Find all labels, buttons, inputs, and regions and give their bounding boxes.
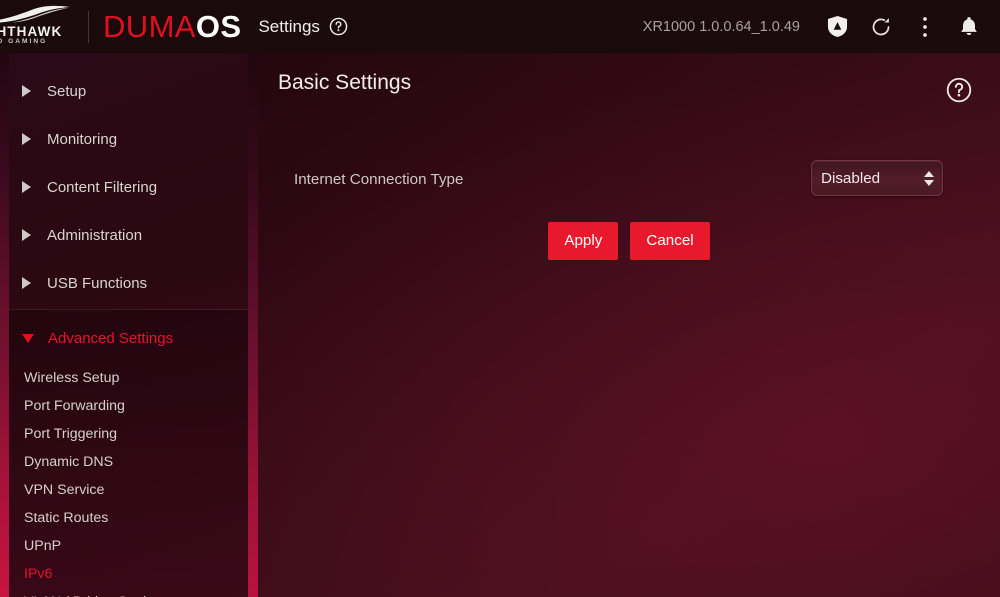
firmware-version-label: XR1000 1.0.0.64_1.0.49 bbox=[642, 18, 800, 35]
sidebar-subitem-label: Port Triggering bbox=[24, 426, 118, 442]
navigation-sidebar: Setup Monitoring Content Filtering Admin… bbox=[0, 53, 248, 597]
sidebar-subitem-vpn-service[interactable]: VPN Service bbox=[0, 476, 248, 504]
reload-glyph bbox=[872, 17, 890, 35]
content-help-icon[interactable] bbox=[946, 77, 972, 103]
internet-connection-type-select[interactable]: Disabled bbox=[811, 160, 943, 196]
chevron-right-icon bbox=[22, 181, 31, 193]
sidebar-subitem-label: UPnP bbox=[24, 538, 62, 554]
sidebar-item-advanced-settings[interactable]: Advanced Settings bbox=[0, 314, 248, 362]
sidebar-item-label: Setup bbox=[47, 82, 87, 100]
sidebar-subitem-dynamic-dns[interactable]: Dynamic DNS bbox=[0, 448, 248, 476]
sidebar-item-monitoring[interactable]: Monitoring bbox=[0, 115, 248, 163]
sidebar-advanced-section: Advanced Settings Wireless Setup Port Fo… bbox=[0, 309, 248, 597]
chevron-right-icon bbox=[22, 133, 31, 145]
spinner-arrows-icon bbox=[920, 170, 942, 186]
sidebar-item-label: Advanced Settings bbox=[48, 329, 174, 347]
nighthawk-bird-icon bbox=[0, 5, 70, 23]
notifications-bell-icon[interactable] bbox=[954, 12, 984, 42]
chevron-right-icon bbox=[22, 277, 31, 289]
refresh-icon[interactable] bbox=[866, 12, 896, 42]
nighthawk-wordmark: IGHTHAWK bbox=[0, 24, 63, 39]
sidebar-left-accent-strip bbox=[0, 53, 9, 597]
app-header: IGHTHAWK PRO GAMING DUMAOS Settings XR10… bbox=[0, 0, 1000, 53]
cancel-button[interactable]: Cancel bbox=[630, 222, 710, 260]
sidebar-subitem-upnp[interactable]: UPnP bbox=[0, 532, 248, 560]
sidebar-right-accent-strip bbox=[248, 53, 258, 597]
page-title: Basic Settings bbox=[278, 71, 412, 94]
header-section-label: Settings bbox=[258, 16, 320, 36]
internet-connection-type-value: Disabled bbox=[821, 169, 881, 187]
chevron-down-icon bbox=[22, 333, 34, 343]
dumaos-logo[interactable]: DUMAOS bbox=[103, 11, 241, 42]
shield-glyph bbox=[827, 16, 847, 37]
sidebar-subitem-label: Static Routes bbox=[24, 510, 109, 526]
chevron-right-icon bbox=[22, 229, 31, 241]
sidebar-item-content-filtering[interactable]: Content Filtering bbox=[0, 163, 248, 211]
sidebar-subitem-label: Wireless Setup bbox=[24, 370, 120, 386]
internet-connection-type-label: Internet Connection Type bbox=[294, 171, 464, 188]
internet-connection-type-row: Internet Connection Type Disabled bbox=[258, 160, 1000, 205]
sidebar-subitem-ipv6[interactable]: IPv6 bbox=[0, 560, 248, 588]
arrow-up-icon bbox=[924, 170, 934, 177]
sidebar-item-label: Administration bbox=[47, 226, 143, 244]
chevron-right-icon bbox=[22, 85, 31, 97]
sidebar-subitem-label: Port Forwarding bbox=[24, 398, 125, 414]
help-circle-icon bbox=[946, 77, 972, 103]
sidebar-subitem-vlan-bridge-settings[interactable]: VLAN / Bridge Settings bbox=[0, 588, 248, 597]
armor-shield-icon[interactable] bbox=[822, 12, 852, 42]
sidebar-item-administration[interactable]: Administration bbox=[0, 211, 248, 259]
help-circle-icon bbox=[329, 17, 348, 36]
sidebar-subitem-wireless-setup[interactable]: Wireless Setup bbox=[0, 364, 248, 392]
more-options-icon[interactable] bbox=[910, 12, 940, 42]
nighthawk-logo[interactable]: IGHTHAWK PRO GAMING bbox=[0, 0, 78, 53]
form-action-buttons: Apply Cancel bbox=[258, 222, 1000, 260]
sidebar-top-menu: Setup Monitoring Content Filtering Admin… bbox=[0, 53, 248, 307]
main-content-panel: Basic Settings Internet Connection Type … bbox=[258, 53, 1000, 597]
sidebar-item-usb-functions[interactable]: USB Functions bbox=[0, 259, 248, 307]
sidebar-subitem-label: VPN Service bbox=[24, 482, 105, 498]
dumaos-logo-os: OS bbox=[195, 9, 242, 44]
sidebar-subitem-label: IPv6 bbox=[24, 566, 53, 582]
sidebar-subitem-port-triggering[interactable]: Port Triggering bbox=[0, 420, 248, 448]
kebab-menu-glyph bbox=[923, 16, 927, 37]
sidebar-subitem-static-routes[interactable]: Static Routes bbox=[0, 504, 248, 532]
dumaos-logo-duma: DUMA bbox=[103, 9, 196, 44]
header-divider bbox=[88, 10, 89, 43]
header-help-icon[interactable] bbox=[329, 17, 348, 36]
sidebar-item-label: USB Functions bbox=[47, 274, 148, 292]
sidebar-item-setup[interactable]: Setup bbox=[0, 67, 248, 115]
arrow-down-icon bbox=[924, 179, 934, 186]
sidebar-submenu: Wireless Setup Port Forwarding Port Trig… bbox=[0, 362, 248, 597]
bell-glyph bbox=[961, 16, 977, 35]
nighthawk-tagline: PRO GAMING bbox=[0, 38, 48, 45]
sidebar-subitem-label: Dynamic DNS bbox=[24, 454, 114, 470]
apply-button[interactable]: Apply bbox=[548, 222, 619, 260]
sidebar-item-label: Monitoring bbox=[47, 130, 118, 148]
sidebar-subitem-port-forwarding[interactable]: Port Forwarding bbox=[0, 392, 248, 420]
router-settings-page: IGHTHAWK PRO GAMING DUMAOS Settings XR10… bbox=[0, 0, 1000, 597]
sidebar-item-label: Content Filtering bbox=[47, 178, 158, 196]
